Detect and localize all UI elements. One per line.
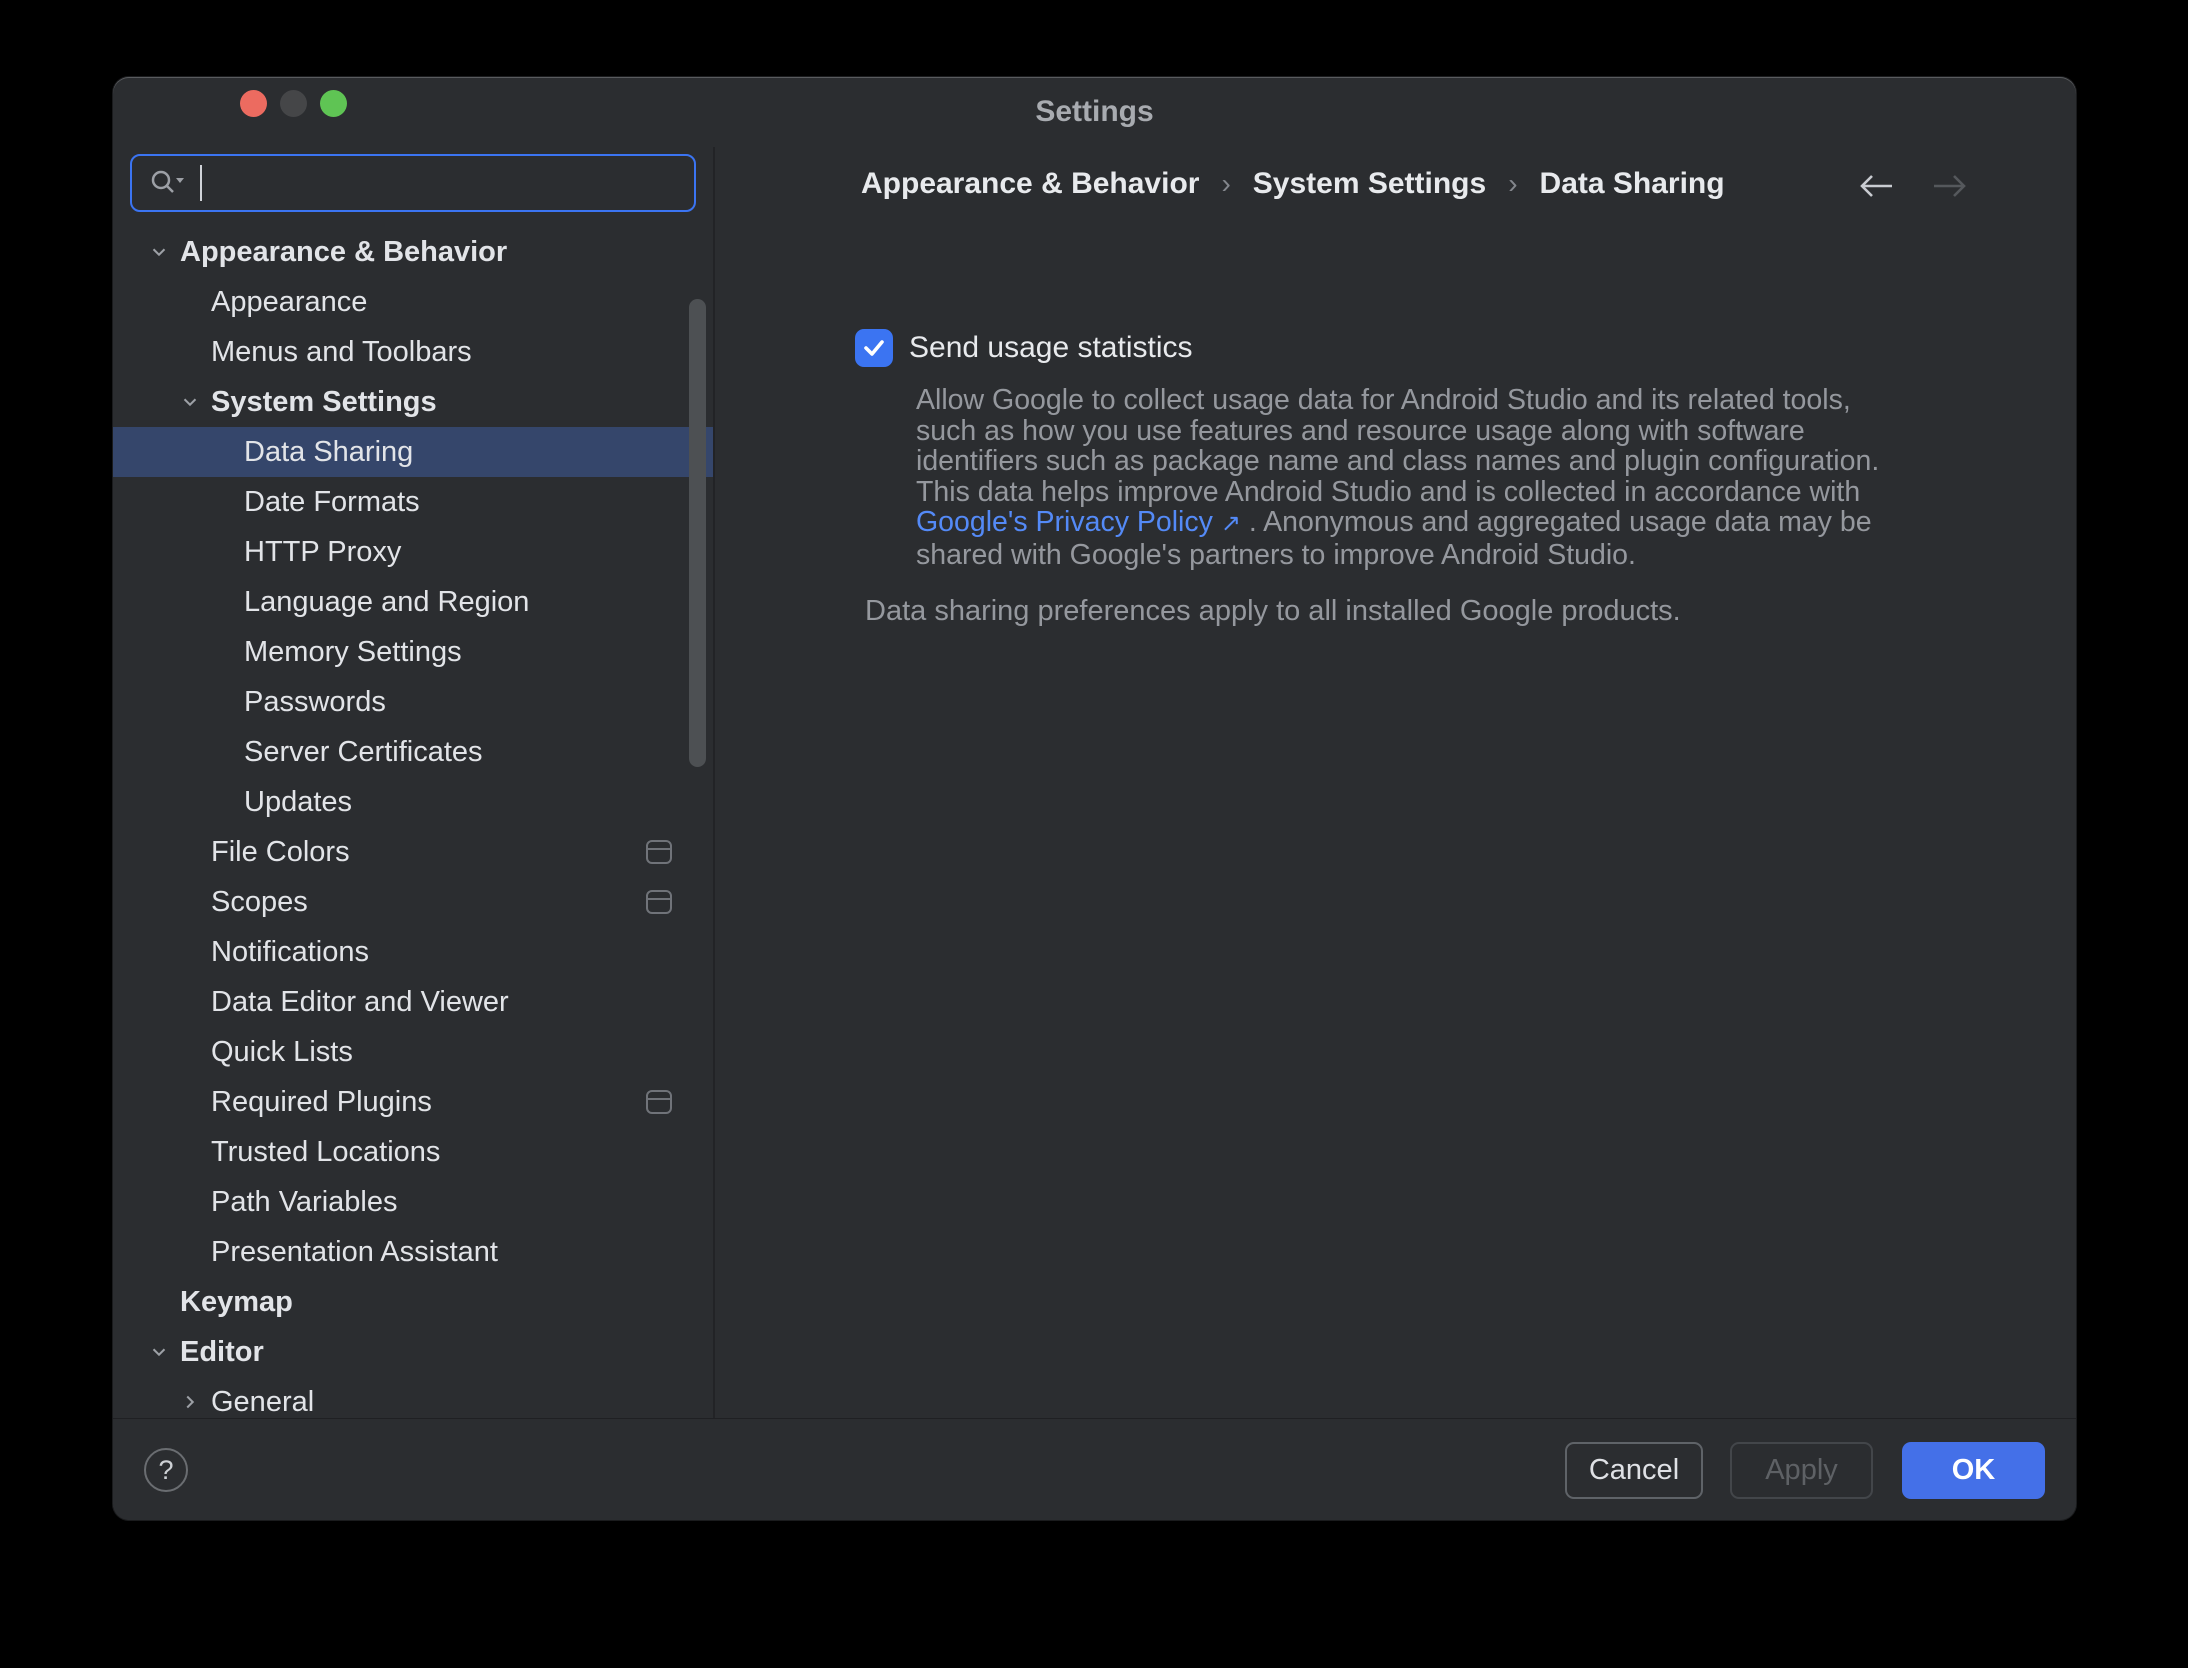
sidebar-item-memory-settings[interactable]: Memory Settings	[113, 627, 713, 677]
breadcrumb: Appearance & Behavior › System Settings › Da…	[861, 167, 1725, 201]
sidebar-item-label: HTTP Proxy	[244, 536, 401, 569]
sidebar-item-label: Scopes	[211, 886, 308, 919]
breadcrumb-item[interactable]: Data Sharing	[1540, 167, 1725, 201]
forward-arrow-button[interactable]	[1928, 169, 1972, 203]
sidebar-item-label: Quick Lists	[211, 1036, 353, 1069]
sidebar-item-appearance[interactable]: Appearance	[113, 277, 713, 327]
sidebar-item-label: Memory Settings	[244, 636, 462, 669]
settings-window: Settings Appearance & BehaviorAppearance…	[113, 77, 2076, 1520]
chevron-down-icon[interactable]	[179, 391, 201, 413]
breadcrumb-item[interactable]: Appearance & Behavior	[861, 167, 1199, 201]
settings-content: Appearance & Behavior › System Settings › Da…	[715, 147, 2076, 1418]
sidebar-item-language-and-region[interactable]: Language and Region	[113, 577, 713, 627]
sidebar-item-appearance-behavior[interactable]: Appearance & Behavior	[113, 227, 713, 277]
sidebar-item-required-plugins[interactable]: Required Plugins	[113, 1077, 713, 1127]
sidebar-item-notifications[interactable]: Notifications	[113, 927, 713, 977]
text-caret	[200, 165, 202, 201]
sidebar-item-label: Server Certificates	[244, 736, 483, 769]
back-arrow-button[interactable]	[1854, 169, 1898, 203]
sidebar-item-label: Passwords	[244, 686, 386, 719]
search-icon	[148, 166, 186, 200]
sidebar-item-quick-lists[interactable]: Quick Lists	[113, 1027, 713, 1077]
sidebar-item-passwords[interactable]: Passwords	[113, 677, 713, 727]
sidebar-item-label: Presentation Assistant	[211, 1236, 498, 1269]
sidebar-item-presentation-assistant[interactable]: Presentation Assistant	[113, 1227, 713, 1277]
table-settings-icon	[646, 890, 672, 914]
ok-button[interactable]: OK	[1902, 1442, 2045, 1499]
breadcrumb-separator: ›	[1221, 168, 1230, 200]
send-usage-statistics-checkbox[interactable]	[855, 329, 893, 367]
sidebar-item-menus-and-toolbars[interactable]: Menus and Toolbars	[113, 327, 713, 377]
sidebar-item-label: Data Sharing	[244, 436, 413, 469]
window-title: Settings	[113, 77, 2076, 147]
sidebar-item-label: System Settings	[211, 386, 437, 419]
help-button[interactable]: ?	[144, 1448, 188, 1492]
sidebar-item-server-certificates[interactable]: Server Certificates	[113, 727, 713, 777]
title-bar: Settings	[113, 77, 2076, 147]
sidebar-item-trusted-locations[interactable]: Trusted Locations	[113, 1127, 713, 1177]
sidebar-item-label: Editor	[180, 1336, 264, 1369]
sidebar-item-updates[interactable]: Updates	[113, 777, 713, 827]
cancel-button[interactable]: Cancel	[1565, 1442, 1703, 1499]
sidebar-item-file-colors[interactable]: File Colors	[113, 827, 713, 877]
breadcrumb-separator: ›	[1508, 168, 1517, 200]
external-link-icon: ↗	[1221, 510, 1241, 537]
sidebar-item-label: Trusted Locations	[211, 1136, 440, 1169]
settings-sidebar: Appearance & Behavior Appearance Menus and…	[113, 147, 713, 1418]
table-settings-icon	[646, 840, 672, 864]
sidebar-item-editor[interactable]: Editor	[113, 1327, 713, 1377]
sidebar-item-label: Updates	[244, 786, 352, 819]
sidebar-item-label: Path Variables	[211, 1186, 397, 1219]
chevron-down-icon[interactable]	[148, 241, 170, 263]
settings-tree: Appearance & Behavior Appearance Menus and…	[113, 227, 713, 1418]
sidebar-item-data-editor-and-viewer[interactable]: Data Editor and Viewer	[113, 977, 713, 1027]
sidebar-item-label: Data Editor and Viewer	[211, 986, 509, 1019]
apply-button[interactable]: Apply	[1730, 1442, 1873, 1499]
sidebar-item-label: Appearance & Behavior	[180, 236, 507, 269]
sidebar-item-label: Appearance	[211, 286, 367, 319]
sidebar-item-date-formats[interactable]: Date Formats	[113, 477, 713, 527]
usage-statistics-description: Allow Google to collect usage data for A…	[916, 385, 1911, 571]
sidebar-item-path-variables[interactable]: Path Variables	[113, 1177, 713, 1227]
description-text: Allow Google to collect usage data for A…	[916, 384, 1879, 508]
table-settings-icon	[646, 1090, 672, 1114]
sidebar-item-scopes[interactable]: Scopes	[113, 877, 713, 927]
search-input[interactable]	[130, 154, 696, 212]
sidebar-item-label: File Colors	[211, 836, 350, 869]
sidebar-item-label: Required Plugins	[211, 1086, 432, 1119]
chevron-right-icon[interactable]	[179, 1391, 201, 1413]
sidebar-scrollbar[interactable]	[689, 299, 706, 767]
sidebar-item-label: Notifications	[211, 936, 369, 969]
checkmark-icon	[860, 334, 888, 362]
chevron-down-icon[interactable]	[148, 1341, 170, 1363]
sidebar-item-label: General	[211, 1386, 314, 1419]
sidebar-item-label: Menus and Toolbars	[211, 336, 472, 369]
chevron-down-icon	[176, 178, 184, 183]
sidebar-item-system-settings[interactable]: System Settings	[113, 377, 713, 427]
sidebar-item-data-sharing[interactable]: Data Sharing	[113, 427, 713, 477]
sidebar-item-label: Date Formats	[244, 486, 420, 519]
checkbox-label[interactable]: Send usage statistics	[909, 331, 1193, 365]
sidebar-item-keymap[interactable]: Keymap	[113, 1277, 713, 1327]
privacy-policy-link[interactable]: Google's Privacy Policy	[916, 506, 1213, 538]
breadcrumb-item[interactable]: System Settings	[1253, 167, 1486, 201]
sidebar-item-label: Keymap	[180, 1286, 293, 1319]
sidebar-item-http-proxy[interactable]: HTTP Proxy	[113, 527, 713, 577]
sidebar-item-label: Language and Region	[244, 586, 529, 619]
data-sharing-note: Data sharing preferences apply to all in…	[865, 595, 1681, 628]
sidebar-item-general[interactable]: General	[113, 1377, 713, 1418]
footer-bar: ? Cancel Apply OK	[113, 1419, 2076, 1520]
